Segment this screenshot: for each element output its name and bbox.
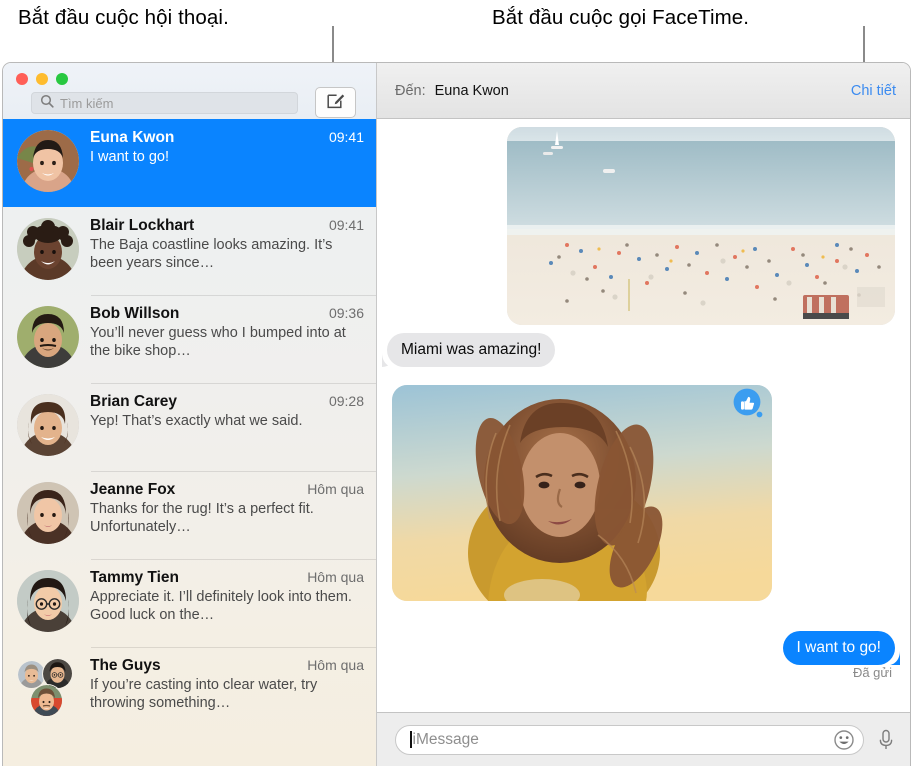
compose-button[interactable] (315, 87, 356, 118)
conversation-thread: Đến: Euna Kwon Chi tiết Miami was amazin… (377, 63, 910, 766)
details-link[interactable]: Chi tiết (851, 83, 896, 99)
zoom-window-button[interactable] (56, 73, 68, 85)
conversation-time: Hôm qua (307, 569, 364, 585)
conversation-time: 09:41 (328, 217, 364, 233)
imessage-placeholder: iMessage (412, 730, 479, 748)
conversation-list[interactable]: Euna Kwon 09:41 I want to go! Blair Lock… (3, 119, 376, 766)
conversation-text: The Guys Hôm qua If you’re casting into … (90, 656, 364, 726)
conversation-name: Tammy Tien (90, 569, 180, 586)
conversation-preview: Thanks for the rug! It’s a perfect fit. … (90, 501, 314, 536)
conversation-name: Blair Lockhart (90, 217, 195, 234)
reaction-thumbs-up-icon[interactable] (732, 387, 766, 421)
conversation-time: 09:36 (328, 305, 364, 321)
message-input-bar: iMessage (377, 712, 910, 766)
search-placeholder: Tìm kiếm (60, 95, 114, 111)
conversation-row-blair-lockhart[interactable]: Blair Lockhart 09:41 The Baja coastline … (3, 207, 376, 295)
annotation-facetime: Bắt đầu cuộc gọi FaceTime. (492, 6, 750, 29)
conversation-name: Brian Carey (90, 393, 178, 410)
conversation-preview: Yep! That’s exactly what we said. (90, 413, 303, 429)
avatar (17, 130, 79, 192)
conversation-preview: The Baja coastline looks amazing. It’s b… (90, 237, 333, 272)
search-icon (40, 94, 54, 113)
message-bubble-received[interactable]: Miami was amazing! (387, 333, 556, 368)
annotation-compose: Bắt đầu cuộc hội thoại. (18, 6, 229, 29)
sidebar-toolbar: Tìm kiếm (3, 63, 376, 119)
message-photo-beach[interactable] (507, 127, 895, 325)
close-window-button[interactable] (16, 73, 28, 85)
search-input[interactable]: Tìm kiếm (31, 92, 298, 114)
conversation-row-the-guys[interactable]: The Guys Hôm qua If you’re casting into … (3, 647, 376, 735)
conversation-name: Euna Kwon (90, 129, 175, 146)
text-caret (410, 731, 412, 748)
conversation-row-tammy-tien[interactable]: Tammy Tien Hôm qua Appreciate it. I’ll d… (3, 559, 376, 647)
conversation-time: Hôm qua (307, 657, 364, 673)
message-list: Miami was amazing! I want to go! Đã gửi (377, 119, 910, 712)
avatar (17, 218, 79, 280)
conversation-name: Bob Willson (90, 305, 180, 322)
conversation-time: 09:41 (328, 129, 364, 145)
conversation-text: Jeanne Fox Hôm qua Thanks for the rug! I… (90, 480, 364, 550)
smiley-icon[interactable] (833, 729, 855, 751)
conversation-row-euna-kwon[interactable]: Euna Kwon 09:41 I want to go! (3, 119, 376, 207)
avatar (17, 482, 79, 544)
conversation-text: Brian Carey 09:28 Yep! That’s exactly wh… (90, 392, 364, 462)
messages-window: Tìm kiếm Euna Kwon 09:41 I want to go! B… (2, 62, 911, 766)
conversation-time: 09:28 (328, 393, 364, 409)
recipient-name: Euna Kwon (434, 82, 509, 99)
conversation-text: Bob Willson 09:36 You’ll never guess who… (90, 304, 364, 374)
conversation-preview: I want to go! (90, 149, 169, 165)
avatar (17, 570, 79, 632)
conversation-text: Euna Kwon 09:41 I want to go! (90, 128, 364, 198)
conversation-name: The Guys (90, 657, 161, 674)
conversation-name: Jeanne Fox (90, 481, 176, 498)
conversation-text: Tammy Tien Hôm qua Appreciate it. I’ll d… (90, 568, 364, 638)
message-bubble-sent[interactable]: I want to go! (782, 631, 895, 666)
conversation-row-brian-carey[interactable]: Brian Carey 09:28 Yep! That’s exactly wh… (3, 383, 376, 471)
message-photo-portrait[interactable] (392, 385, 772, 601)
conversation-text: Blair Lockhart 09:41 The Baja coastline … (90, 216, 364, 286)
imessage-input[interactable]: iMessage (395, 724, 864, 755)
sidebar: Tìm kiếm Euna Kwon 09:41 I want to go! B… (3, 63, 377, 766)
avatar (17, 306, 79, 368)
compose-icon (326, 91, 345, 115)
thread-header: Đến: Euna Kwon Chi tiết (377, 63, 910, 119)
conversation-row-jeanne-fox[interactable]: Jeanne Fox Hôm qua Thanks for the rug! I… (3, 471, 376, 559)
conversation-row-bob-willson[interactable]: Bob Willson 09:36 You’ll never guess who… (3, 295, 376, 383)
microphone-icon[interactable] (876, 728, 896, 752)
avatar-group (17, 658, 79, 720)
conversation-preview: If you’re casting into clear water, try … (90, 677, 318, 712)
to-label: Đến: (395, 82, 426, 99)
delivery-status: Đã gửi (852, 665, 892, 680)
avatar (17, 394, 79, 456)
conversation-preview: You’ll never guess who I bumped into at … (90, 325, 346, 360)
minimize-window-button[interactable] (36, 73, 48, 85)
conversation-time: Hôm qua (307, 481, 364, 497)
conversation-preview: Appreciate it. I’ll definitely look into… (90, 589, 352, 624)
